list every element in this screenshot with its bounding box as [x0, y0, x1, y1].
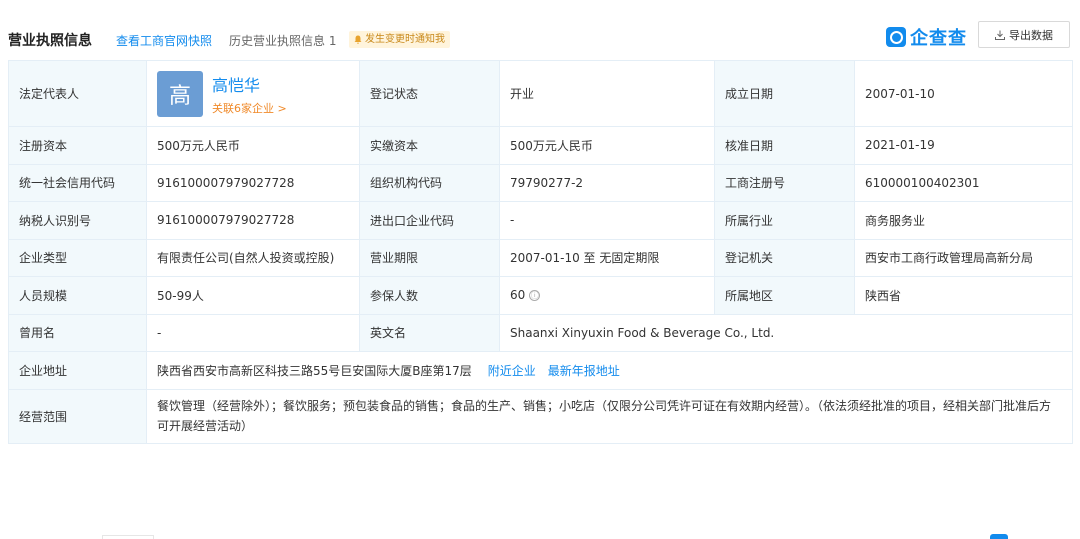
- avatar[interactable]: 高: [157, 70, 203, 117]
- partial-text: [1016, 534, 1076, 539]
- table-row: 人员规模 50-99人 参保人数 60 ⓘ 所属地区 陕西省: [8, 276, 1073, 315]
- field-label: 成立日期: [714, 60, 855, 127]
- table-row: 纳税人识别号 916100007979027728 进出口企业代码 - 所属行业…: [8, 201, 1073, 240]
- field-label: 参保人数: [359, 276, 500, 315]
- field-value: 西安市工商行政管理局高新分局: [854, 238, 1073, 277]
- table-row: 企业类型 有限责任公司(自然人投资或控股) 营业期限 2007-01-10 至 …: [8, 238, 1073, 277]
- field-label: 所属地区: [714, 276, 855, 315]
- field-value: 商务服务业: [854, 201, 1073, 240]
- field-value: -: [499, 201, 715, 240]
- download-icon: [995, 30, 1005, 40]
- partial-button-outline: [102, 535, 154, 539]
- field-value: 500万元人民币: [146, 126, 360, 165]
- table-row: 注册资本 500万元人民币 实缴资本 500万元人民币 核准日期 2021-01…: [8, 126, 1073, 165]
- brand-name: 企查查: [910, 28, 967, 49]
- history-license-link[interactable]: 历史营业执照信息 1: [229, 32, 336, 49]
- info-icon[interactable]: ⓘ: [529, 290, 541, 302]
- annual-report-address-link[interactable]: 最新年报地址: [548, 364, 620, 378]
- address-cell: 陕西省西安市高新区科技三路55号巨安国际大厦B座第17层 附近企业 最新年报地址: [146, 351, 1073, 390]
- field-value: 2007-01-10: [854, 60, 1073, 127]
- change-notify-label: 发生变更时通知我: [365, 34, 445, 45]
- field-value: 60: [510, 288, 526, 303]
- field-label: 英文名: [359, 313, 500, 352]
- badge-icon: [990, 534, 1008, 539]
- field-label: 所属行业: [714, 201, 855, 240]
- export-data-button[interactable]: 导出数据: [978, 21, 1070, 48]
- section-title: 营业执照信息: [8, 33, 92, 49]
- field-label: 核准日期: [714, 126, 855, 165]
- legal-representative-name[interactable]: 高恺华: [212, 72, 287, 96]
- business-scope-value: 餐饮管理（经营除外）；餐饮服务；预包装食品的销售；食品的生产、销售；小吃店（仅限…: [146, 388, 1073, 444]
- bell-icon: [354, 35, 362, 44]
- address-value: 陕西省西安市高新区科技三路55号巨安国际大厦B座第17层: [157, 363, 472, 378]
- field-value: 开业: [499, 60, 715, 127]
- field-label: 企业地址: [8, 351, 147, 390]
- section-header: 营业执照信息 查看工商官网快照 历史营业执照信息 1 发生变更时通知我 企查查 …: [0, 0, 1080, 54]
- field-value: -: [146, 313, 360, 352]
- field-label: 人员规模: [8, 276, 147, 315]
- field-label: 登记机关: [714, 238, 855, 277]
- license-info-table: 法定代表人 高 高恺华 关联6家企业 > 登记状态 开业 成立日期 2007-0…: [8, 60, 1073, 444]
- field-value: 500万元人民币: [499, 126, 715, 165]
- table-row: 法定代表人 高 高恺华 关联6家企业 > 登记状态 开业 成立日期 2007-0…: [8, 60, 1073, 127]
- field-label: 登记状态: [359, 60, 500, 127]
- field-label: 组织机构代码: [359, 163, 500, 202]
- table-row: 统一社会信用代码 916100007979027728 组织机构代码 79790…: [8, 163, 1073, 202]
- field-label: 曾用名: [8, 313, 147, 352]
- field-value: 610000100402301: [854, 163, 1073, 202]
- partial-bottom-bar: [990, 534, 1076, 539]
- field-label: 经营范围: [8, 388, 147, 444]
- nearby-companies-link[interactable]: 附近企业: [488, 364, 536, 378]
- field-value: 79790277-2: [499, 163, 715, 202]
- field-value: 2021-01-19: [854, 126, 1073, 165]
- field-value: 916100007979027728: [146, 201, 360, 240]
- field-label: 法定代表人: [8, 60, 147, 127]
- related-companies-link[interactable]: 关联6家企业 >: [212, 100, 287, 116]
- field-label: 统一社会信用代码: [8, 163, 147, 202]
- brand-logo: 企查查: [886, 24, 967, 50]
- table-row: 企业地址 陕西省西安市高新区科技三路55号巨安国际大厦B座第17层 附近企业 最新年…: [8, 351, 1073, 390]
- brand-logo-icon: [886, 27, 906, 47]
- field-label: 实缴资本: [359, 126, 500, 165]
- field-label: 纳税人识别号: [8, 201, 147, 240]
- field-label: 营业期限: [359, 238, 500, 277]
- field-label: 工商注册号: [714, 163, 855, 202]
- legal-representative-cell: 高 高恺华 关联6家企业 >: [146, 60, 360, 127]
- insured-count-cell: 60 ⓘ: [499, 276, 715, 315]
- field-value: 有限责任公司(自然人投资或控股): [146, 238, 360, 277]
- field-label: 进出口企业代码: [359, 201, 500, 240]
- change-notify-button[interactable]: 发生变更时通知我: [349, 31, 450, 48]
- field-label: 企业类型: [8, 238, 147, 277]
- field-value: 50-99人: [146, 276, 360, 315]
- field-value: 2007-01-10 至 无固定期限: [499, 238, 715, 277]
- table-row: 曾用名 - 英文名 Shaanxi Xinyuxin Food & Bevera…: [8, 313, 1073, 352]
- field-value: 916100007979027728: [146, 163, 360, 202]
- field-value: 陕西省: [854, 276, 1073, 315]
- field-value: Shaanxi Xinyuxin Food & Beverage Co., Lt…: [499, 313, 1073, 352]
- export-data-label: 导出数据: [1009, 28, 1053, 42]
- gov-snapshot-link[interactable]: 查看工商官网快照: [116, 32, 212, 49]
- table-row: 经营范围 餐饮管理（经营除外）；餐饮服务；预包装食品的销售；食品的生产、销售；小…: [8, 388, 1073, 444]
- field-label: 注册资本: [8, 126, 147, 165]
